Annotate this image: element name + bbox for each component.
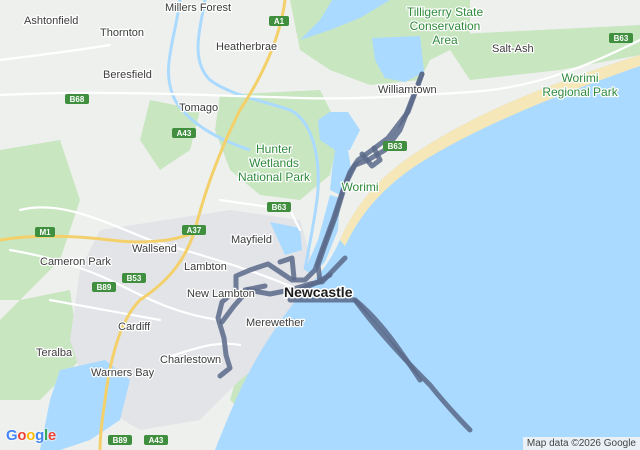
label-thornton: Thornton xyxy=(100,27,144,39)
label-cardiff: Cardiff xyxy=(118,321,151,333)
label-tilligerry: Tilligerry State xyxy=(407,5,484,19)
label-heatherbrae: Heatherbrae xyxy=(216,41,277,53)
label-worimi-regional: Worimi xyxy=(561,71,598,85)
google-logo[interactable]: Google xyxy=(6,427,56,444)
label-lambton: Lambton xyxy=(184,261,227,273)
logo-letter: e xyxy=(47,427,56,444)
label-mayfield: Mayfield xyxy=(231,234,272,246)
logo-letter: o xyxy=(17,427,27,444)
svg-text:B63: B63 xyxy=(388,142,403,151)
shield-b68: B68 xyxy=(65,94,89,104)
svg-text:B53: B53 xyxy=(127,274,142,283)
label-newcastle: Newcastle xyxy=(284,284,353,300)
label-tomago: Tomago xyxy=(179,102,218,114)
shield-b53: B53 xyxy=(122,273,146,283)
shield-a43-n: A43 xyxy=(172,128,196,138)
shield-b89-w: B89 xyxy=(92,282,116,292)
svg-text:B89: B89 xyxy=(113,436,128,445)
label-worimi-regional-2: Regional Park xyxy=(542,85,618,99)
label-hunter-wetlands-2: Wetlands xyxy=(249,156,299,170)
svg-text:A43: A43 xyxy=(149,436,164,445)
shield-a1: A1 xyxy=(269,16,289,26)
logo-letter: o xyxy=(26,427,36,444)
svg-text:A1: A1 xyxy=(274,17,285,26)
shield-b63-ne: B63 xyxy=(609,33,633,43)
shield-b63-mid: B63 xyxy=(383,141,407,151)
svg-text:B63: B63 xyxy=(614,34,629,43)
map-attribution[interactable]: Map data ©2026 Google xyxy=(522,437,640,450)
label-hunter-wetlands-3: National Park xyxy=(238,170,311,184)
label-hunter-wetlands: Hunter xyxy=(256,142,292,156)
label-merewether: Merewether xyxy=(246,317,304,329)
label-worimi: Worimi xyxy=(341,180,378,194)
logo-letter: G xyxy=(6,427,18,444)
label-wallsend: Wallsend xyxy=(132,243,177,255)
label-new-lambton: New Lambton xyxy=(187,288,255,300)
svg-text:B89: B89 xyxy=(97,283,112,292)
label-cameron-park: Cameron Park xyxy=(40,256,111,268)
shield-a37: A37 xyxy=(182,225,206,235)
svg-text:B68: B68 xyxy=(70,95,85,104)
label-tilligerry-3: Area xyxy=(432,33,458,47)
svg-text:A43: A43 xyxy=(177,129,192,138)
label-millers-forest: Millers Forest xyxy=(165,2,231,14)
svg-text:B63: B63 xyxy=(272,203,287,212)
label-warners-bay: Warners Bay xyxy=(91,367,155,379)
label-williamtown: Williamtown xyxy=(378,84,437,96)
map-canvas[interactable]: A1 B63 B68 A43 B63 B63 M1 A37 B53 B89 B8… xyxy=(0,0,640,450)
shield-a43-s: A43 xyxy=(144,435,168,445)
label-salt-ash: Salt-Ash xyxy=(492,43,534,55)
logo-letter: g xyxy=(35,427,44,444)
svg-text:A37: A37 xyxy=(187,226,202,235)
label-tilligerry-2: Conservation xyxy=(410,19,481,33)
label-beresfield: Beresfield xyxy=(103,69,152,81)
svg-text:M1: M1 xyxy=(39,228,51,237)
shield-m1: M1 xyxy=(35,227,55,237)
shield-b63-city: B63 xyxy=(267,202,291,212)
label-teralba: Teralba xyxy=(36,347,73,359)
shield-b89-s: B89 xyxy=(108,435,132,445)
label-ashtonfield: Ashtonfield xyxy=(24,15,78,27)
label-charlestown: Charlestown xyxy=(160,354,221,366)
